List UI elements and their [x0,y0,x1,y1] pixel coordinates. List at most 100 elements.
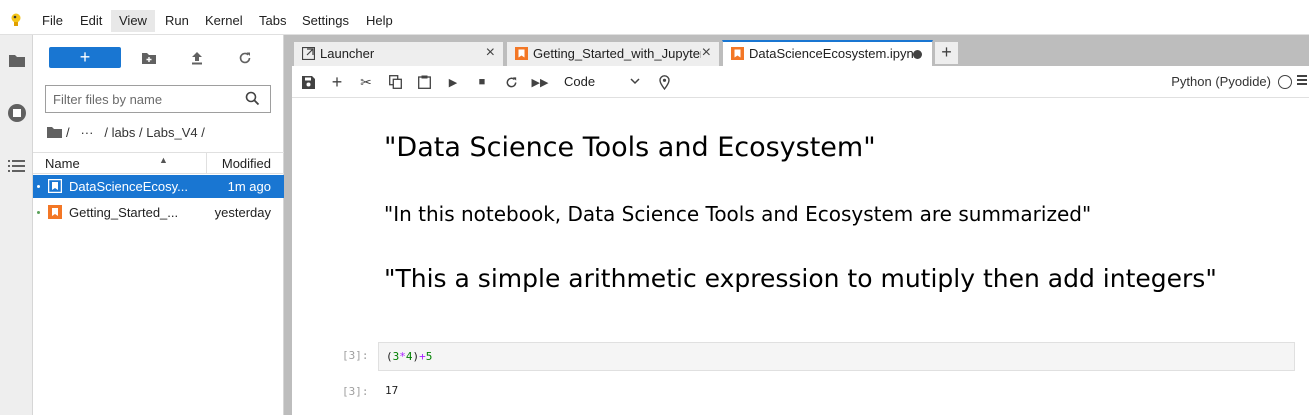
running-indicator-icon [37,211,40,214]
tab-label: Getting_Started_with_Jupyter [533,46,701,61]
menu-settings[interactable]: Settings [294,10,357,32]
play-icon: ▶ [448,76,458,89]
cell-type-select[interactable]: Code [564,74,595,89]
document-tab-bar: Launcher × Getting_Started_with_Jupyter … [292,35,1309,66]
copy-icon [388,75,402,89]
fast-forward-icon: ▶▶ [531,76,549,89]
file-list-header: Name ▲ Modified [33,152,284,174]
left-activity-bar [0,35,33,415]
new-folder-button[interactable] [139,48,159,68]
file-name: DataScienceEcosy... [69,179,188,194]
folder-icon [8,54,25,67]
folder-icon[interactable] [47,126,62,138]
notebook-icon [48,179,62,193]
breadcrumb-trailing-separator: / [201,124,205,140]
output-prompt: [3]: [342,385,369,398]
run-button[interactable]: ▶ [443,73,463,91]
upload-icon [192,52,202,65]
code-number: 5 [425,350,433,363]
copy-button[interactable] [385,73,405,91]
interrupt-button[interactable]: ■ [472,73,492,91]
file-browser: + / [33,35,284,415]
debugger-button[interactable] [654,73,674,91]
markdown-heading-3: "This a simple arithmetic expression to … [384,264,1217,293]
menu-bar: File Edit View Run Kernel Tabs Settings … [0,0,1309,35]
search-icon [245,91,260,106]
launcher-icon [302,47,315,60]
file-name: Getting_Started_... [69,205,179,220]
jupyterlite-logo-icon[interactable] [7,11,25,29]
menu-help[interactable]: Help [358,10,401,32]
more-menu-icon[interactable] [1297,73,1307,87]
notebook-panel[interactable]: "Data Science Tools and Ecosystem" "In t… [292,98,1309,415]
name-column-header[interactable]: Name [45,156,80,171]
scissors-icon: ✂ [360,73,372,90]
menu-tabs[interactable]: Tabs [251,10,294,32]
upload-button[interactable] [187,48,207,68]
breadcrumb: / ··· / labs / Labs_V4 / [47,124,205,140]
add-icon: + [331,71,343,92]
menu-file[interactable]: File [34,10,71,32]
breadcrumb-labs-v4[interactable]: Labs_V4 [146,125,197,140]
save-button[interactable] [298,73,318,91]
input-prompt: [3]: [342,349,369,362]
sort-ascending-icon[interactable]: ▲ [159,155,168,165]
cell-output: 17 [385,384,399,397]
code-number: 4 [405,350,413,363]
markdown-heading-2: "In this notebook, Data Science Tools an… [384,202,1092,226]
file-row-datascienceecosystem[interactable]: DataScienceEcosy... 1m ago [33,175,284,198]
running-indicator-icon [37,185,40,188]
table-of-contents-tab[interactable] [0,151,33,181]
tab-getting-started[interactable]: Getting_Started_with_Jupyter × [506,41,720,66]
modified-column-header[interactable]: Modified [222,156,271,171]
column-divider[interactable] [206,153,207,173]
code-cell-editor[interactable]: (3*4)+5 [378,342,1295,371]
menu-kernel[interactable]: Kernel [197,10,251,32]
markdown-heading-1: "Data Science Tools and Ecosystem" [384,132,876,163]
restart-run-all-button[interactable]: ▶▶ [530,73,550,91]
panel-splitter[interactable] [284,35,292,415]
filter-files-input[interactable] [46,86,236,112]
paste-icon [417,75,431,89]
refresh-button[interactable] [235,48,255,68]
list-icon [7,160,25,172]
tab-label: Launcher [320,46,375,61]
new-folder-icon [142,52,156,64]
insert-cell-button[interactable]: + [327,71,347,92]
unsaved-changes-icon[interactable] [913,50,922,59]
code-operator: + [419,350,426,363]
paste-button[interactable] [414,73,434,91]
refresh-icon [239,52,251,64]
save-icon [301,75,315,89]
location-pin-icon [658,74,670,90]
file-row-getting-started[interactable]: Getting_Started_... yesterday [33,201,284,224]
notebook-icon [515,47,528,60]
kernel-name[interactable]: Python (Pyodide) [1171,74,1271,89]
new-tab-button[interactable]: + [935,42,958,64]
restart-button[interactable] [501,73,521,91]
tab-datascienceecosystem[interactable]: DataScienceEcosystem.ipynb [722,40,933,66]
code-operator: * [399,350,406,363]
breadcrumb-ellipsis[interactable]: ··· [80,125,93,140]
new-launcher-button[interactable]: + [49,47,121,68]
notebook-icon [731,47,744,60]
menu-view[interactable]: View [111,10,155,32]
tab-launcher[interactable]: Launcher × [293,41,504,66]
cut-button[interactable]: ✂ [356,73,376,91]
file-browser-tab[interactable] [0,45,33,75]
file-modified: 1m ago [227,179,271,194]
file-modified: yesterday [214,205,271,220]
menu-run[interactable]: Run [157,10,197,32]
refresh-icon [506,76,516,87]
close-icon[interactable]: × [702,44,711,62]
notebook-icon [48,205,62,219]
menu-edit[interactable]: Edit [72,10,110,32]
filter-files-field[interactable] [45,85,271,113]
breadcrumb-labs[interactable]: labs [112,125,136,140]
chevron-down-icon[interactable] [629,75,641,87]
notebook-toolbar: + ✂ ▶ ■ ▶▶ Code Python (Pyodide) [292,66,1309,98]
close-icon[interactable]: × [486,44,495,62]
code-token: ( [386,350,393,363]
running-sessions-tab[interactable] [0,98,33,128]
kernel-status-icon [1278,75,1292,89]
